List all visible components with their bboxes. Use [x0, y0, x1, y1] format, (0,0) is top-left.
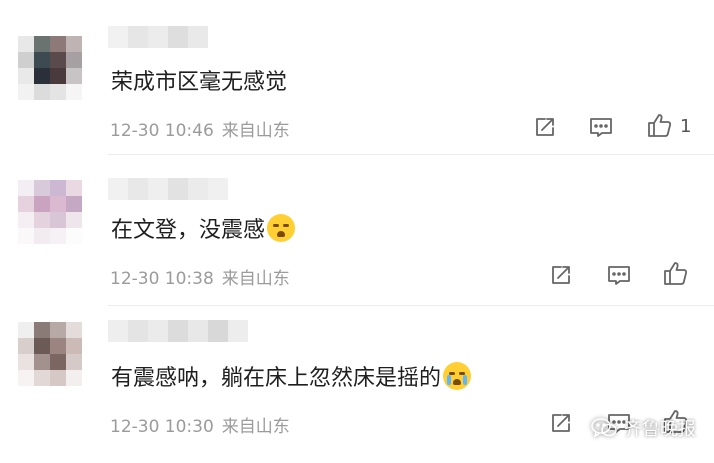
thumbs-up-icon	[664, 262, 688, 285]
reply-icon	[552, 266, 570, 284]
comment-text: 在文登，没震感	[111, 212, 296, 244]
comment-text: 有震感呐，躺在床上忽然床是摇的	[111, 360, 472, 392]
thumbs-up-icon	[648, 114, 672, 137]
comment-meta: 12-30 10:46 来自山东	[110, 116, 290, 141]
reply-button[interactable]	[546, 408, 576, 438]
reply-button[interactable]	[530, 112, 560, 142]
wechat-icon	[591, 418, 617, 438]
username-blurred[interactable]	[108, 178, 228, 200]
divider	[108, 305, 714, 306]
crying-face-icon	[443, 362, 472, 390]
reply-button[interactable]	[546, 260, 576, 290]
comment-meta: 12-30 10:38 来自山东	[110, 264, 290, 289]
like-button[interactable]	[644, 110, 674, 140]
like-count: 1	[680, 116, 692, 137]
comment-time: 12-30 10:46	[110, 121, 214, 141]
comment-time: 12-30 10:30	[110, 417, 214, 437]
username-blurred[interactable]	[108, 26, 208, 48]
reply-icon	[536, 118, 554, 136]
watermark: 齐鲁晚报	[590, 415, 696, 441]
comment-icon	[590, 118, 612, 137]
comment-icon	[608, 266, 630, 285]
avatar[interactable]	[18, 322, 82, 386]
comment-time: 12-30 10:38	[110, 269, 214, 289]
comment-button[interactable]	[586, 112, 616, 142]
comment-text: 荣成市区毫无感觉	[111, 70, 288, 95]
avatar[interactable]	[18, 180, 82, 244]
comment-location: 来自山东	[221, 417, 290, 437]
divider	[108, 154, 714, 155]
comment-meta: 12-30 10:30 来自山东	[110, 412, 290, 437]
avatar[interactable]	[18, 36, 82, 100]
comment-location: 来自山东	[221, 269, 290, 289]
covering-eyes-face-icon	[267, 214, 296, 242]
reply-icon	[552, 414, 570, 432]
username-blurred[interactable]	[108, 320, 248, 342]
comment-button[interactable]	[604, 260, 634, 290]
comment-location: 来自山东	[221, 121, 290, 141]
watermark-text: 齐鲁晚报	[624, 419, 696, 440]
like-button[interactable]	[660, 258, 690, 288]
